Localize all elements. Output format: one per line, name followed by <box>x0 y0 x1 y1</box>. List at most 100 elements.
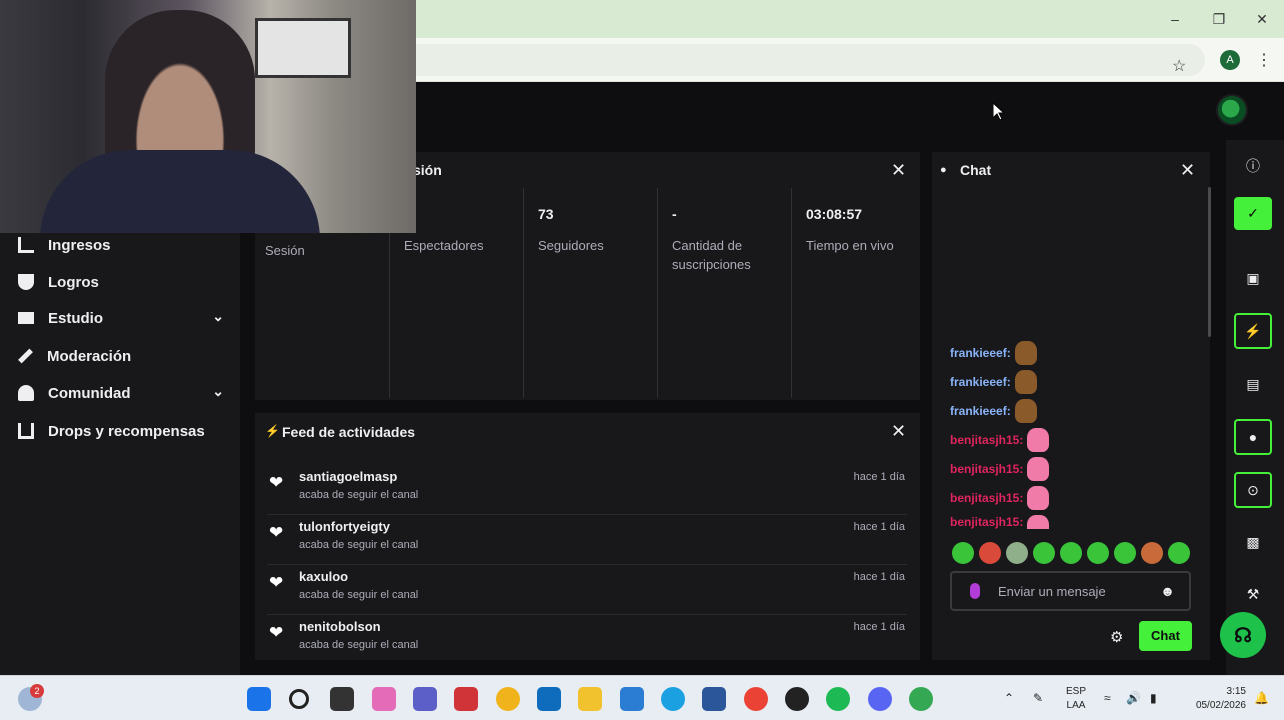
emote-icon[interactable] <box>1114 542 1136 564</box>
trophy-icon <box>18 274 34 290</box>
sidebar-item-moderacion[interactable]: Moderación <box>18 344 224 368</box>
start-icon[interactable] <box>247 687 271 711</box>
background-monitor <box>255 18 351 78</box>
sidebar-item-ingresos[interactable]: Ingresos <box>18 233 224 257</box>
emoji-icon[interactable]: ☻ <box>1160 583 1175 599</box>
feed-username: nenitobolson <box>299 619 381 634</box>
close-icon[interactable]: ✕ <box>891 422 906 440</box>
file-explorer-icon[interactable] <box>578 687 602 711</box>
close-window-icon[interactable]: ✕ <box>1251 8 1273 30</box>
discord-icon[interactable] <box>868 687 892 711</box>
info-icon[interactable]: ⓘ <box>1234 148 1272 184</box>
emote-icon[interactable] <box>1060 542 1082 564</box>
sidebar-item-estudio[interactable]: Estudio ⌄ <box>18 306 224 330</box>
chat-send-button[interactable]: Chat <box>1139 621 1192 651</box>
search-icon[interactable] <box>289 689 309 709</box>
outlook-icon[interactable] <box>537 687 561 711</box>
notes-icon[interactable]: ▤ <box>1234 366 1272 402</box>
chat-input[interactable]: Enviar un mensaje ☻ <box>950 571 1191 611</box>
emote-icon[interactable] <box>1006 542 1028 564</box>
user-avatar[interactable] <box>1216 94 1248 126</box>
spotify-icon[interactable] <box>826 687 850 711</box>
community-icon <box>18 385 34 401</box>
chrome-icon[interactable] <box>744 687 768 711</box>
close-icon[interactable]: ✕ <box>891 161 906 179</box>
chat-message: benjitasjh15: <box>950 457 1050 481</box>
chat-username[interactable]: benjitasjh15: <box>950 491 1023 505</box>
emote-icon <box>1014 341 1037 365</box>
sidebar-item-comunidad[interactable]: Comunidad ⌄ <box>18 381 224 405</box>
chat-username[interactable]: benjitasjh15: <box>950 515 1023 529</box>
lightning-icon: ⚡ <box>265 424 280 438</box>
system-clock[interactable]: 3:15 05/02/2026 <box>1180 685 1246 713</box>
emote-icon[interactable] <box>1141 542 1163 564</box>
feed-item[interactable]: ❤ nenitobolson acaba de seguir el canal … <box>267 615 907 665</box>
microphone-icon[interactable] <box>970 583 980 599</box>
browser-profile-avatar[interactable]: A <box>1220 50 1240 70</box>
volume-icon[interactable]: 🔊 <box>1126 691 1141 705</box>
notification-bell-icon[interactable]: 🔔 <box>1254 691 1269 705</box>
pen-icon[interactable]: ✎ <box>1033 691 1043 705</box>
stat-label: Tiempo en vivo <box>806 238 894 253</box>
sidebar-item-drops[interactable]: Drops y recompensas <box>18 419 224 443</box>
restore-icon[interactable]: ❐ <box>1208 8 1230 30</box>
sidebar-item-label: Moderación <box>47 347 132 365</box>
chat-icon[interactable]: ● <box>1234 419 1272 455</box>
task-view-icon[interactable] <box>330 687 354 711</box>
chat-message: benjitasjh15: <box>950 515 1050 529</box>
bookmark-star-icon[interactable]: ☆ <box>1172 56 1186 76</box>
session-panel-title: sión <box>413 162 442 178</box>
check-icon[interactable]: ✓ <box>1234 197 1272 230</box>
gear-icon[interactable]: ⚙ <box>1110 628 1123 646</box>
teams-icon[interactable] <box>413 687 437 711</box>
chat-username[interactable]: frankieeef: <box>950 404 1011 418</box>
wifi-icon[interactable]: ≈ <box>1104 691 1111 705</box>
emote-icon[interactable] <box>952 542 974 564</box>
chevron-down-icon[interactable]: ⌄ <box>212 383 224 400</box>
app-icon[interactable] <box>785 687 809 711</box>
chat-username[interactable]: frankieeef: <box>950 375 1011 389</box>
chevron-up-icon[interactable]: ⌃ <box>1004 691 1014 705</box>
sidebar-item-logros[interactable]: Logros <box>18 270 224 294</box>
chrome-profile-icon[interactable] <box>909 687 933 711</box>
battery-icon[interactable]: ▮ <box>1150 691 1157 705</box>
bar-chart-icon <box>18 237 34 253</box>
chat-message: benjitasjh15: <box>950 486 1050 510</box>
lightning-icon[interactable]: ⚡ <box>1234 313 1272 349</box>
preview-icon[interactable]: ▩ <box>1234 524 1272 560</box>
chat-username[interactable]: benjitasjh15: <box>950 462 1023 476</box>
broadcast-icon[interactable]: ⊙ <box>1234 472 1272 508</box>
edge-icon[interactable] <box>661 687 685 711</box>
powerpoint-icon[interactable] <box>454 687 478 711</box>
chat-username[interactable]: frankieeef: <box>950 346 1011 360</box>
wrench-icon[interactable]: ⚒ <box>1234 576 1272 612</box>
browser-menu-icon[interactable]: ⋮ <box>1256 50 1272 70</box>
minimize-icon[interactable]: – <box>1164 8 1186 30</box>
feed-description: acaba de seguir el canal <box>299 489 419 501</box>
close-icon[interactable]: ✕ <box>1180 161 1195 179</box>
store-icon[interactable] <box>620 687 644 711</box>
emote-icon[interactable] <box>1168 542 1190 564</box>
focus-icon[interactable]: ▣ <box>1234 260 1272 296</box>
creator-sidebar: Ingresos Logros Estudio ⌄ Moderación Com… <box>0 233 240 675</box>
chrome-variant-icon[interactable] <box>496 687 520 711</box>
emote-icon <box>1027 457 1050 481</box>
chat-scrollbar[interactable] <box>1208 187 1211 337</box>
chevron-down-icon[interactable]: ⌄ <box>212 308 224 325</box>
emote-icon[interactable] <box>1087 542 1109 564</box>
feed-username: santiagoelmasp <box>299 469 398 484</box>
chat-username[interactable]: benjitasjh15: <box>950 433 1023 447</box>
stat-followers: 73 Seguidores <box>523 188 657 398</box>
help-headset-button[interactable]: ☊ <box>1220 612 1266 658</box>
feed-item[interactable]: ❤ kaxuloo acaba de seguir el canal hace … <box>267 565 907 615</box>
feed-item[interactable]: ❤ santiagoelmasp acaba de seguir el cana… <box>267 465 907 515</box>
emote-icon[interactable] <box>1033 542 1055 564</box>
word-icon[interactable] <box>702 687 726 711</box>
chat-message: frankieeef: <box>950 399 1037 423</box>
language-indicator[interactable]: ESP LAA <box>1066 685 1086 713</box>
feed-item[interactable]: ❤ tulonfortyeigty acaba de seguir el can… <box>267 515 907 565</box>
chat-bubble-icon: ● <box>940 164 947 176</box>
copilot-icon[interactable] <box>372 687 396 711</box>
chat-message: frankieeef: <box>950 341 1037 365</box>
emote-icon[interactable] <box>979 542 1001 564</box>
